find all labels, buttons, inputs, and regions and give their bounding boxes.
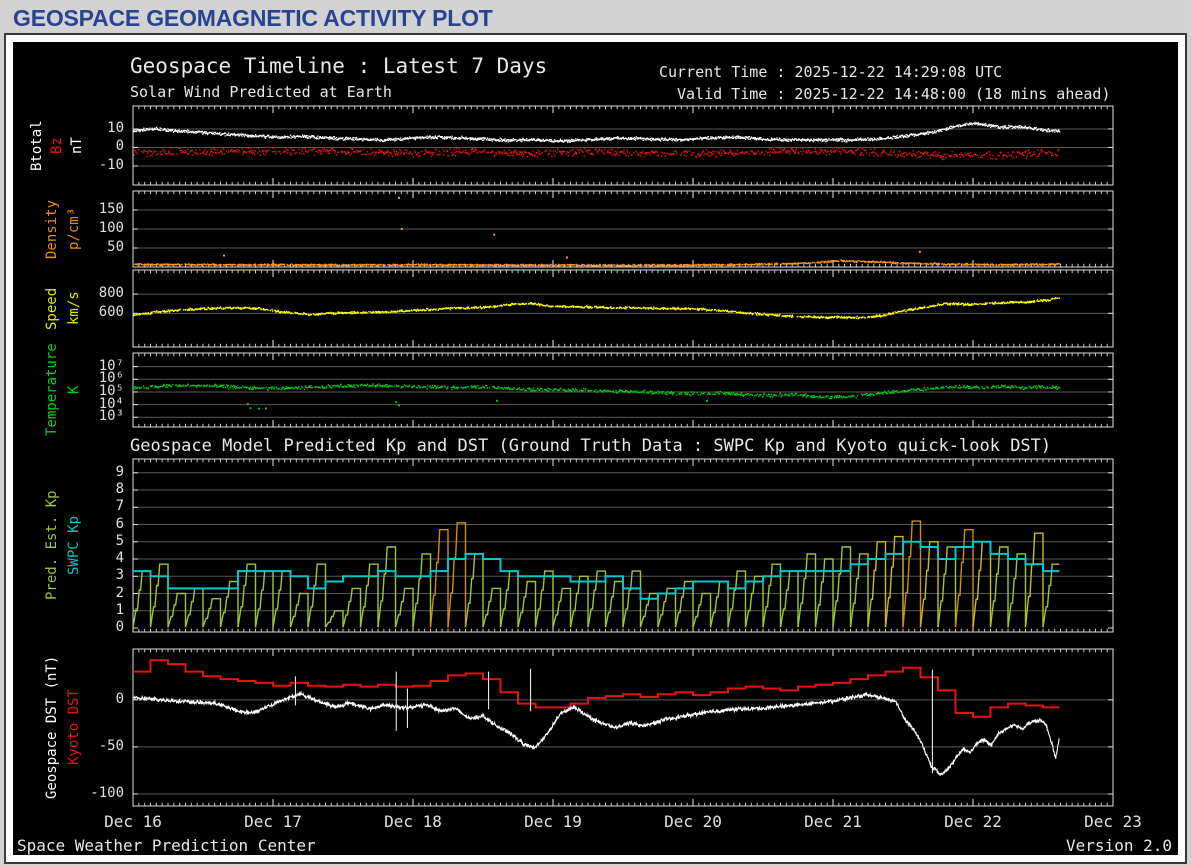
outlier-point bbox=[395, 401, 398, 404]
series-pred-est-kp bbox=[954, 529, 974, 628]
axis-label-kp-1: SWPC Kp bbox=[66, 516, 82, 576]
footer-version: Version 2.0 bbox=[1066, 836, 1172, 855]
current-time-label: Current Time : 2025-12-22 14:29:08 UTC bbox=[659, 63, 1003, 81]
axis-label-temperature-1: K bbox=[66, 385, 82, 395]
axis-label-density-1: p/cm³ bbox=[66, 207, 82, 251]
series-pred-est-kp bbox=[587, 570, 607, 628]
series-pred-est-kp bbox=[482, 587, 502, 628]
xaxis-date-label: Dec 20 bbox=[664, 812, 722, 831]
xaxis-date-label: Dec 22 bbox=[944, 812, 1002, 831]
outlier-point bbox=[496, 399, 498, 402]
outlier-point bbox=[566, 256, 568, 259]
series-geospace-dst bbox=[132, 690, 1060, 776]
series-pred-est-kp bbox=[569, 575, 589, 628]
series-pred-est-kp bbox=[254, 570, 274, 628]
series-pred-est-kp bbox=[132, 570, 152, 628]
page: GEOSPACE GEOMAGNETIC ACTIVITY PLOT Geosp… bbox=[0, 0, 1191, 866]
series-pred-est-kp bbox=[1024, 532, 1044, 628]
series-pred-est-kp bbox=[272, 570, 292, 628]
series-pred-est-kp bbox=[604, 580, 624, 628]
xaxis-date-label: Dec 19 bbox=[524, 812, 582, 831]
outlier-point bbox=[249, 407, 252, 410]
footer-credit: Space Weather Prediction Center bbox=[17, 836, 316, 855]
xaxis-date-label: Dec 18 bbox=[384, 812, 442, 831]
series-pred-est-kp bbox=[797, 553, 817, 628]
series-pred-est-kp bbox=[342, 587, 362, 628]
series-pred-est-kp bbox=[727, 570, 747, 628]
series-pred-est-kp bbox=[429, 529, 449, 628]
series-pred-est-kp bbox=[534, 570, 554, 628]
outlier-point bbox=[398, 404, 400, 407]
axis-label-kp-0: Pred. Est. Kp bbox=[44, 490, 60, 601]
series-pred-est-kp bbox=[184, 587, 204, 628]
series-pred-est-kp bbox=[324, 610, 344, 628]
outlier-point bbox=[398, 196, 400, 199]
outlier-point bbox=[246, 402, 249, 405]
panel-frame-dst bbox=[132, 648, 1114, 807]
series-pred-est-kp bbox=[867, 541, 887, 628]
series-pred-est-kp bbox=[447, 522, 467, 628]
series-pred-est-kp bbox=[394, 587, 414, 628]
xaxis-date-label: Dec 21 bbox=[804, 812, 862, 831]
geospace-plot-image: Geospace Timeline : Latest 7 Days Curren… bbox=[13, 42, 1178, 855]
outlier-point bbox=[918, 250, 921, 253]
series-pred-est-kp bbox=[237, 563, 257, 628]
panel-frame-solar-wind-b bbox=[132, 105, 1114, 186]
series-pred-est-kp bbox=[709, 580, 729, 628]
axis-label-temperature-0: Temperature bbox=[44, 343, 60, 437]
outlier-point bbox=[493, 233, 496, 236]
series-pred-est-kp bbox=[622, 570, 642, 628]
outlier-point bbox=[706, 399, 708, 402]
series-pred-est-kp bbox=[779, 570, 799, 628]
series-pred-est-kp bbox=[307, 563, 327, 628]
axis-label-dst-1: Kyoto DST bbox=[66, 689, 82, 766]
axis-label-density-0: Density bbox=[44, 199, 60, 259]
series-pred-est-kp bbox=[517, 580, 537, 628]
series-pred-est-kp bbox=[464, 553, 484, 628]
series-pred-est-kp bbox=[762, 563, 782, 628]
series-pred-est-kp bbox=[1042, 563, 1060, 628]
series-pred-est-kp bbox=[902, 520, 922, 628]
series-pred-est-kp bbox=[972, 541, 992, 628]
plot-subtitle: Solar Wind Predicted at Earth bbox=[130, 83, 392, 101]
axis-label-dst-0: Geospace DST (nT) bbox=[44, 655, 60, 800]
axis-label-solar-wind-b-0: Btotal bbox=[29, 120, 45, 171]
xaxis-date-label: Dec 17 bbox=[244, 812, 302, 831]
valid-time-label: Valid Time : 2025-12-22 14:48:00 (18 min… bbox=[677, 85, 1111, 103]
series-pred-est-kp bbox=[919, 541, 939, 628]
series-btotal bbox=[133, 121, 1061, 144]
xaxis-date-label: Dec 16 bbox=[104, 812, 162, 831]
outlier-point bbox=[223, 254, 225, 257]
plot-title: Geospace Timeline : Latest 7 Days bbox=[130, 54, 548, 78]
series-pred-est-kp bbox=[412, 553, 432, 628]
series-pred-est-kp bbox=[149, 563, 169, 628]
axis-label-solar-wind-b-2: nT bbox=[69, 137, 85, 154]
series-temperature bbox=[133, 383, 1061, 400]
axis-label-speed-0: Speed bbox=[44, 287, 60, 330]
plot-panel: Geospace Timeline : Latest 7 Days Curren… bbox=[4, 33, 1187, 864]
series-pred-est-kp bbox=[499, 570, 519, 628]
outlier-point bbox=[265, 407, 267, 410]
outlier-point bbox=[258, 407, 260, 410]
series-bz bbox=[133, 146, 1060, 161]
series-pred-est-kp bbox=[359, 563, 379, 628]
xaxis-date-label: Dec 23 bbox=[1084, 812, 1142, 831]
series-pred-est-kp bbox=[552, 587, 572, 628]
series-pred-est-kp bbox=[884, 535, 904, 628]
series-speed bbox=[133, 297, 1061, 320]
outlier-point bbox=[400, 228, 403, 230]
series-pred-est-kp bbox=[1007, 553, 1027, 628]
axis-label-solar-wind-b-1: Bz bbox=[49, 137, 65, 154]
page-title: GEOSPACE GEOMAGNETIC ACTIVITY PLOT bbox=[13, 5, 493, 31]
section2-title: Geospace Model Predicted Kp and DST (Gro… bbox=[130, 436, 1052, 456]
axis-label-speed-1: km/s bbox=[66, 291, 82, 326]
series-pred-est-kp bbox=[744, 575, 764, 628]
series-kyoto-dst bbox=[133, 659, 1060, 718]
series-pred-est-kp bbox=[202, 598, 222, 628]
